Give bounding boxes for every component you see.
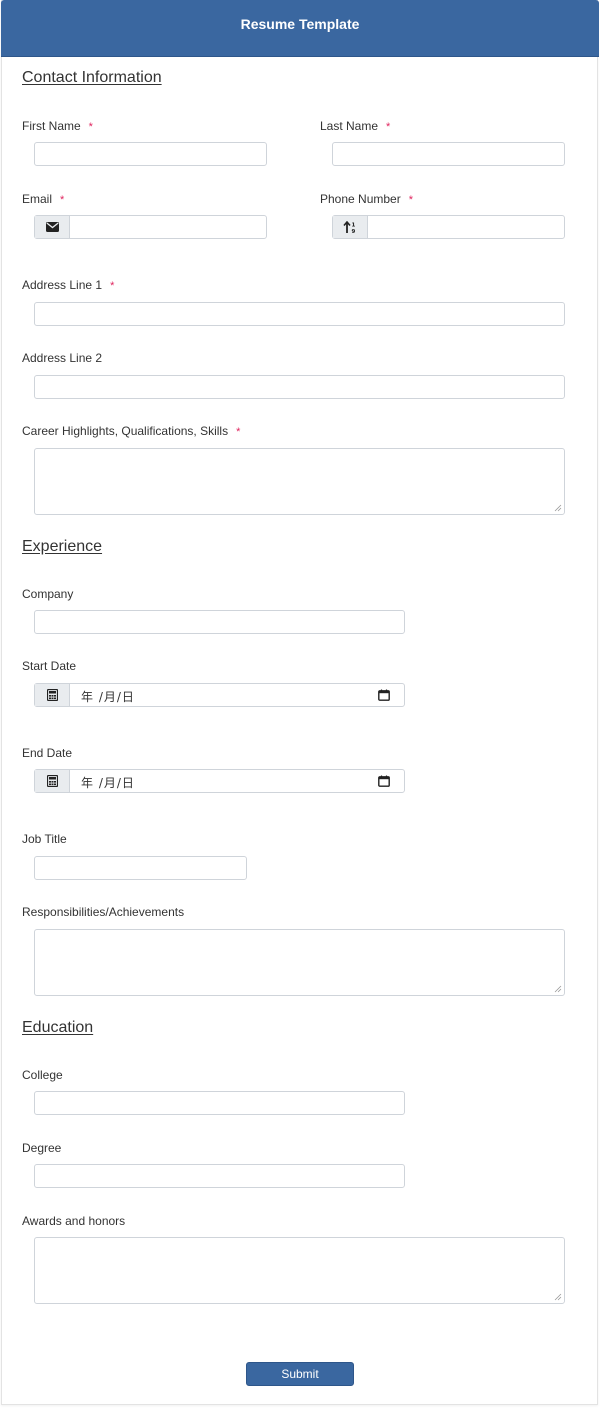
first-name-input[interactable] <box>34 142 267 166</box>
company-label: Company <box>22 587 74 601</box>
required-marker: * <box>408 194 413 206</box>
resize-handle-icon[interactable] <box>554 1293 562 1301</box>
section-experience-title: Experience <box>22 538 103 555</box>
start-date-addon <box>35 684 70 706</box>
company-input[interactable] <box>34 610 405 634</box>
sort-numeric-icon: 1 9 <box>343 220 356 234</box>
envelope-icon <box>45 222 59 232</box>
address1-label: Address Line 1 * <box>22 278 115 292</box>
last-name-label: Last Name * <box>320 119 391 133</box>
resize-handle-icon[interactable] <box>554 985 562 993</box>
calculator-icon <box>46 775 58 787</box>
required-marker: * <box>88 121 93 133</box>
end-date-addon <box>35 770 70 792</box>
phone-addon: 1 9 <box>333 216 368 238</box>
form-title: Resume Template <box>240 16 360 32</box>
phone-label: Phone Number * <box>320 192 413 206</box>
career-textarea[interactable] <box>34 448 565 515</box>
degree-input[interactable] <box>34 1164 405 1188</box>
start-date-placeholder: 年 /月/日 <box>81 690 135 704</box>
college-label: College <box>22 1068 63 1082</box>
address2-input[interactable] <box>34 375 565 399</box>
email-label: Email * <box>22 192 65 206</box>
required-marker: * <box>60 194 65 206</box>
career-label: Career Highlights, Qualifications, Skill… <box>22 424 241 438</box>
section-contact-title: Contact Information <box>22 69 162 86</box>
address1-input[interactable] <box>34 302 565 326</box>
required-marker: * <box>110 280 115 292</box>
degree-label: Degree <box>22 1141 62 1155</box>
email-addon <box>35 216 70 238</box>
end-date-label: End Date <box>22 746 73 760</box>
awards-label: Awards and honors <box>22 1214 126 1228</box>
submit-button[interactable]: Submit <box>246 1362 354 1386</box>
last-name-input[interactable] <box>332 142 565 166</box>
calendar-picker-icon[interactable] <box>378 775 390 787</box>
required-marker: * <box>236 426 241 438</box>
calendar-picker-icon[interactable] <box>378 689 390 701</box>
section-education-title: Education <box>22 1019 94 1036</box>
email-input[interactable] <box>34 215 267 239</box>
job-title-label: Job Title <box>22 832 67 846</box>
responsibilities-textarea[interactable] <box>34 929 565 996</box>
first-name-label: First Name * <box>22 119 93 133</box>
awards-textarea[interactable] <box>34 1237 565 1304</box>
required-marker: * <box>386 121 391 133</box>
end-date-placeholder: 年 /月/日 <box>81 776 135 790</box>
address2-label: Address Line 2 <box>22 351 103 365</box>
phone-input[interactable]: 1 9 <box>332 215 565 239</box>
job-title-input[interactable] <box>34 856 247 880</box>
start-date-input[interactable]: 年 /月/日 <box>34 683 405 707</box>
responsibilities-label: Responsibilities/Achievements <box>22 905 185 919</box>
start-date-label: Start Date <box>22 659 77 673</box>
svg-text:1: 1 <box>352 222 356 228</box>
svg-text:9: 9 <box>352 229 356 234</box>
college-input[interactable] <box>34 1091 405 1115</box>
resize-handle-icon[interactable] <box>554 504 562 512</box>
form-header: Resume Template <box>1 0 599 57</box>
end-date-input[interactable]: 年 /月/日 <box>34 769 405 793</box>
calculator-icon <box>46 689 58 701</box>
